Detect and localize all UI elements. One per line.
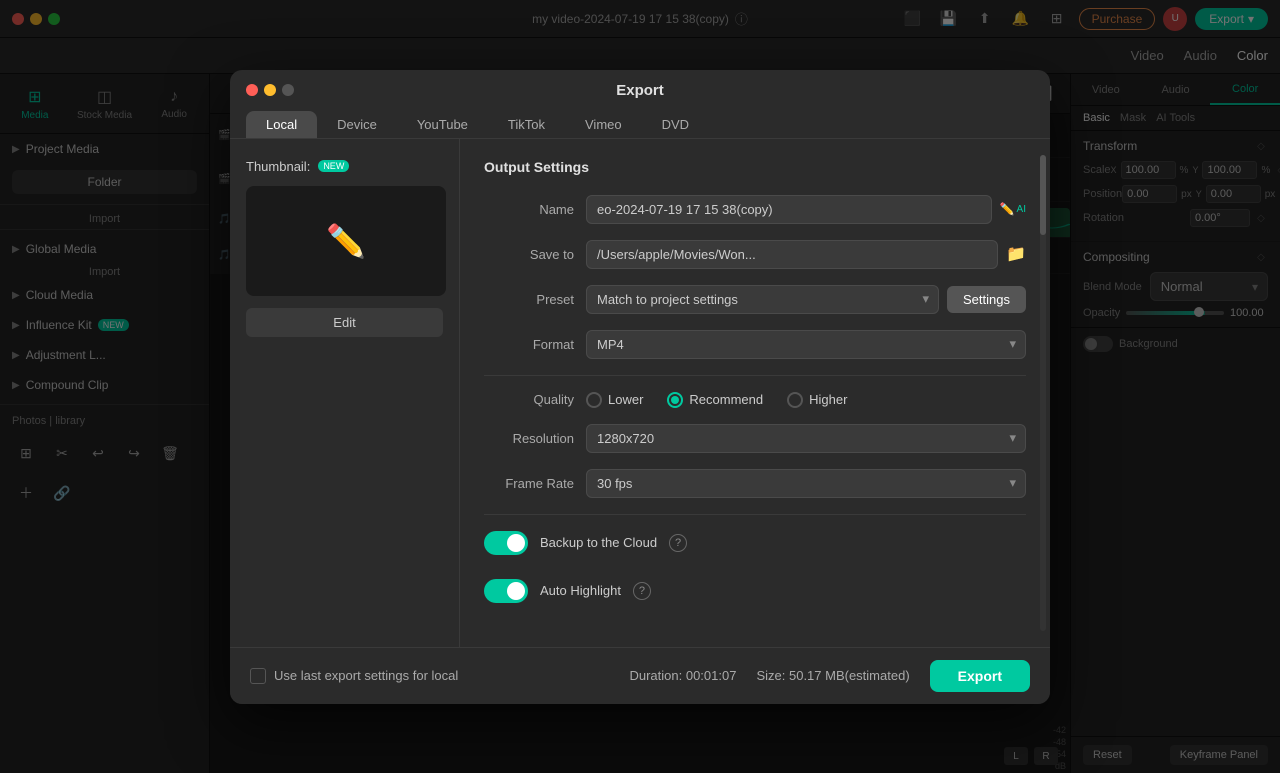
save-to-input[interactable] — [586, 240, 998, 269]
modal-left: Thumbnail: NEW ✏️ Edit — [230, 139, 460, 647]
quality-row: Quality Lower Recommend — [484, 392, 1026, 408]
pencil-icon: ✏️ — [326, 222, 366, 260]
thumbnail-text: Thumbnail: — [246, 159, 310, 174]
format-row: Format MP4 — [484, 330, 1026, 359]
backup-label: Backup to the Cloud — [540, 535, 657, 550]
resolution-select[interactable]: 1280x720 — [586, 424, 1026, 453]
preset-label: Preset — [484, 292, 574, 307]
modal-tab-local[interactable]: Local — [246, 111, 317, 138]
resolution-control: 1280x720 — [586, 424, 1026, 453]
preset-control: Match to project settings Settings — [586, 285, 1026, 314]
auto-highlight-row: Auto Highlight ? — [484, 579, 1026, 603]
frame-rate-select[interactable]: 30 fps — [586, 469, 1026, 498]
form-divider — [484, 375, 1026, 376]
auto-highlight-label: Auto Highlight — [540, 583, 621, 598]
settings-button[interactable]: Settings — [947, 286, 1026, 313]
use-last-settings-label: Use last export settings for local — [274, 668, 458, 683]
size-stat: Size: 50.17 MB(estimated) — [756, 668, 909, 683]
modal-tab-tiktok[interactable]: TikTok — [488, 111, 565, 138]
preset-row: Preset Match to project settings Setting… — [484, 285, 1026, 314]
modal-tab-youtube[interactable]: YouTube — [397, 111, 488, 138]
modal-overlay: Export Local Device YouTube TikTok Vimeo… — [0, 0, 1280, 773]
use-last-settings-row: Use last export settings for local — [250, 668, 458, 684]
scrollbar-thumb — [1040, 155, 1046, 235]
backup-toggle[interactable] — [484, 531, 528, 555]
ai-button[interactable]: ✏️ AI — [1000, 202, 1026, 216]
quality-recommend[interactable]: Recommend — [667, 392, 763, 408]
save-to-folder-icon[interactable]: 📁 — [1006, 244, 1026, 264]
name-row: Name ✏️ AI — [484, 195, 1026, 224]
frame-rate-row: Frame Rate 30 fps — [484, 469, 1026, 498]
format-label: Format — [484, 337, 574, 352]
save-to-label: Save to — [484, 247, 574, 262]
footer-info: Duration: 00:01:07 Size: 50.17 MB(estima… — [629, 660, 1030, 692]
output-settings-title: Output Settings — [484, 159, 1026, 175]
form-divider2 — [484, 514, 1026, 515]
thumbnail-preview: ✏️ — [246, 186, 446, 296]
modal-tab-dvd[interactable]: DVD — [642, 111, 709, 138]
modal-title-bar: Export — [230, 70, 1050, 105]
save-to-control: 📁 — [586, 240, 1026, 269]
quality-lower[interactable]: Lower — [586, 392, 643, 408]
format-select[interactable]: MP4 — [586, 330, 1026, 359]
quality-options: Lower Recommend Higher — [586, 392, 847, 408]
lower-label: Lower — [608, 392, 643, 407]
resolution-label: Resolution — [484, 431, 574, 446]
duration-stat: Duration: 00:01:07 — [629, 668, 736, 683]
modal-title: Export — [246, 82, 1034, 99]
recommend-label: Recommend — [689, 392, 763, 407]
quality-control: Lower Recommend Higher — [586, 392, 1026, 408]
modal-footer: Use last export settings for local Durat… — [230, 647, 1050, 704]
modal-tab-vimeo[interactable]: Vimeo — [565, 111, 642, 138]
backup-row: Backup to the Cloud ? — [484, 531, 1026, 555]
modal-scrollbar[interactable] — [1040, 155, 1046, 631]
save-to-row: Save to 📁 — [484, 240, 1026, 269]
edit-button[interactable]: Edit — [246, 308, 443, 337]
thumbnail-new-badge: NEW — [318, 160, 349, 172]
preset-select[interactable]: Match to project settings — [586, 285, 939, 314]
export-final-button[interactable]: Export — [930, 660, 1030, 692]
export-modal: Export Local Device YouTube TikTok Vimeo… — [230, 70, 1050, 704]
resolution-row: Resolution 1280x720 — [484, 424, 1026, 453]
higher-label: Higher — [809, 392, 847, 407]
modal-right: Output Settings Name ✏️ AI Save to — [460, 139, 1050, 647]
auto-highlight-toggle[interactable] — [484, 579, 528, 603]
use-last-settings-checkbox[interactable] — [250, 668, 266, 684]
frame-rate-label: Frame Rate — [484, 476, 574, 491]
backup-help-icon[interactable]: ? — [669, 534, 687, 552]
thumbnail-label-area: Thumbnail: NEW — [246, 159, 443, 174]
quality-label: Quality — [484, 392, 574, 407]
modal-tabs: Local Device YouTube TikTok Vimeo DVD — [230, 105, 1050, 139]
modal-maximize[interactable] — [282, 84, 294, 96]
quality-higher[interactable]: Higher — [787, 392, 847, 408]
modal-traffic-lights — [246, 84, 294, 96]
frame-rate-control: 30 fps — [586, 469, 1026, 498]
modal-close[interactable] — [246, 84, 258, 96]
modal-body: Thumbnail: NEW ✏️ Edit Output Settings N… — [230, 139, 1050, 647]
modal-minimize[interactable] — [264, 84, 276, 96]
auto-highlight-help-icon[interactable]: ? — [633, 582, 651, 600]
name-label: Name — [484, 202, 574, 217]
name-input[interactable] — [586, 195, 992, 224]
modal-tab-device[interactable]: Device — [317, 111, 397, 138]
name-control: ✏️ AI — [586, 195, 1026, 224]
format-control: MP4 — [586, 330, 1026, 359]
